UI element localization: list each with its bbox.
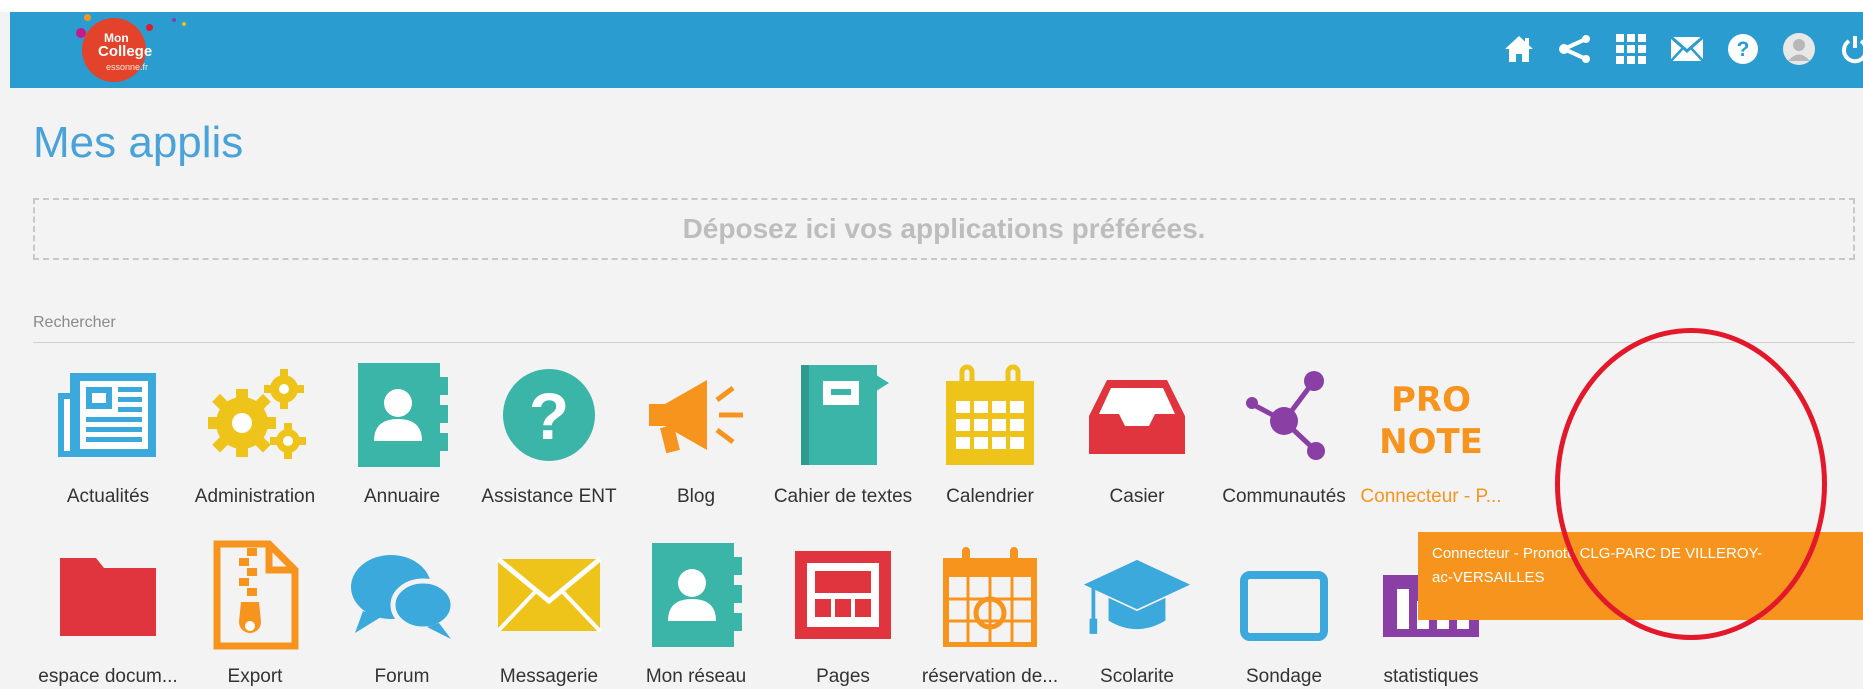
app-label: Casier: [1109, 486, 1165, 507]
app-tile[interactable]: Casier: [1062, 360, 1212, 508]
app-label: espace docum...: [38, 666, 178, 687]
graduation-cap-icon: [1082, 540, 1192, 650]
svg-text:?: ?: [1737, 38, 1750, 61]
app-tile[interactable]: Blog: [621, 360, 771, 508]
app-label: statistiques: [1383, 666, 1479, 687]
app-tile[interactable]: Actualités: [33, 360, 183, 508]
app-tile[interactable]: Calendrier: [915, 360, 1065, 508]
megaphone-icon: [641, 360, 751, 470]
page-background: Mon College essonne.fr ? Mes applis Dépo…: [0, 0, 1863, 689]
app-tile[interactable]: Forum: [327, 540, 477, 688]
zip-file-icon: [200, 540, 310, 650]
logo-circle: Mon College essonne.fr: [82, 18, 152, 82]
logo-text-college: College: [98, 43, 153, 60]
notebook-icon: [788, 360, 898, 470]
pronote-logo-icon: PRO NOTE: [1376, 360, 1486, 470]
svg-text:NOTE: NOTE: [1381, 422, 1481, 462]
app-label: Export: [227, 666, 283, 687]
app-label: Connecteur - P...: [1360, 486, 1502, 507]
user-avatar-icon[interactable]: [1781, 31, 1817, 67]
app-tile[interactable]: Cahier de textes: [768, 360, 918, 508]
app-tile[interactable]: Pages: [768, 540, 918, 688]
top-margin: [0, 0, 1863, 12]
header-bar: Mon College essonne.fr ?: [10, 12, 1863, 88]
tooltip-line-1: Connecteur - Pronote CLG-PARC DE VILLERO…: [1432, 545, 1763, 562]
apps-grid-icon[interactable]: [1613, 31, 1649, 67]
app-label: Messagerie: [499, 666, 599, 687]
dropzone-text: Déposez ici vos applications préférées.: [682, 213, 1206, 244]
app-label: Actualités: [66, 486, 150, 507]
tooltip-line-2: ac-VERSAILLES: [1432, 569, 1545, 586]
app-label: Pages: [816, 666, 870, 687]
app-label: réservation de...: [921, 666, 1059, 687]
app-label: Blog: [676, 486, 716, 507]
calendar-icon: [935, 360, 1045, 470]
app-label: Mon réseau: [645, 666, 747, 687]
app-tile[interactable]: Messagerie: [474, 540, 624, 688]
share-nodes-icon: [1229, 360, 1339, 470]
inbox-tray-icon: [1082, 360, 1192, 470]
mail-icon[interactable]: [1669, 31, 1705, 67]
app-tile[interactable]: Annuaire: [327, 360, 477, 508]
app-tile[interactable]: Mon réseau: [621, 540, 771, 688]
search-input[interactable]: [33, 314, 433, 332]
help-icon[interactable]: ?: [1725, 31, 1761, 67]
folder-icon: [53, 540, 163, 650]
app-label: Forum: [374, 666, 430, 687]
envelope-icon: [494, 540, 604, 650]
app-tile[interactable]: Communautés: [1209, 360, 1359, 508]
share-icon[interactable]: [1557, 31, 1593, 67]
app-label: Sondage: [1245, 666, 1323, 687]
app-label: Cahier de textes: [773, 486, 913, 507]
app-tile[interactable]: espace docum...: [33, 540, 183, 688]
app-tile[interactable]: Scolarite: [1062, 540, 1212, 688]
contact-book-icon: [347, 360, 457, 470]
app-label: Communautés: [1222, 486, 1346, 507]
app-tile[interactable]: PRO NOTE Connecteur - P...: [1356, 360, 1506, 508]
calendar-booking-icon: [935, 540, 1045, 650]
svg-text:PRO: PRO: [1391, 380, 1471, 420]
app-label: Administration: [194, 486, 316, 507]
app-label: Calendrier: [946, 486, 1034, 507]
favorites-dropzone[interactable]: Déposez ici vos applications préférées.: [33, 198, 1855, 260]
newspaper-icon: [53, 360, 163, 470]
app-tile[interactable]: Administration: [180, 360, 330, 508]
app-tile[interactable]: ? Assistance ENT: [474, 360, 624, 508]
home-icon[interactable]: [1501, 31, 1537, 67]
app-tile[interactable]: réservation de...: [915, 540, 1065, 688]
header-nav: ?: [1481, 26, 1863, 72]
power-icon[interactable]: [1837, 31, 1863, 67]
app-tooltip: Connecteur - Pronote CLG-PARC DE VILLERO…: [1418, 532, 1863, 620]
app-label: Scolarite: [1100, 666, 1174, 687]
logo-text-domain: essonne.fr: [106, 62, 149, 72]
gears-icon: [200, 360, 310, 470]
chat-bubbles-icon: [347, 540, 457, 650]
app-logo[interactable]: Mon College essonne.fr: [76, 12, 186, 86]
app-label: Assistance ENT: [481, 486, 617, 507]
question-circle-icon: ?: [494, 360, 604, 470]
svg-text:?: ?: [529, 379, 569, 453]
poll-icon: [1229, 540, 1339, 650]
app-tile[interactable]: Sondage: [1209, 540, 1359, 688]
search-bar: [33, 310, 1855, 343]
page-title: Mes applis: [33, 118, 244, 167]
contact-book-icon: [641, 540, 751, 650]
app-tile[interactable]: Export: [180, 540, 330, 688]
app-label: Annuaire: [363, 486, 441, 507]
web-page-icon: [788, 540, 898, 650]
